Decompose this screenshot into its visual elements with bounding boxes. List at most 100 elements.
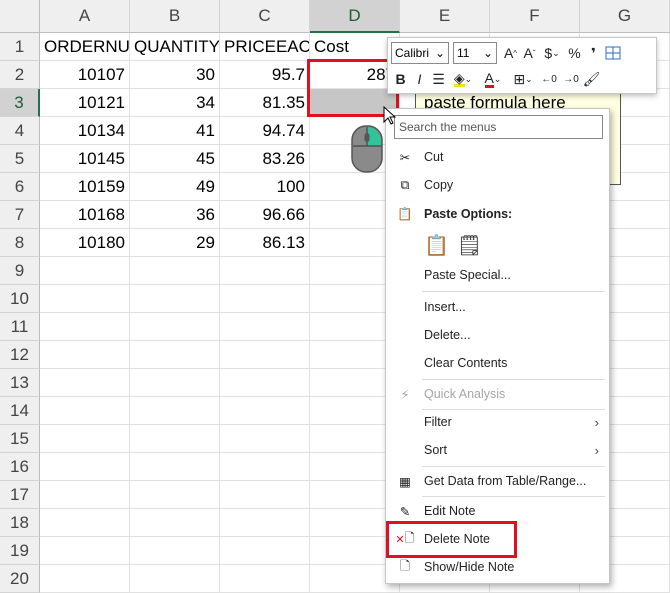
paste-values-icon[interactable]: 🗒	[457, 233, 482, 258]
cell-c2[interactable]: 95.7	[220, 61, 310, 89]
menu-item-sort[interactable]: Sort ›	[386, 436, 609, 464]
cell-c8[interactable]: 86.13	[220, 229, 310, 257]
select-all-corner[interactable]	[0, 0, 40, 33]
cell-a3[interactable]: 10121	[40, 89, 130, 117]
row-header-1[interactable]: 1	[0, 33, 40, 61]
menu-item-cut[interactable]: ✂ Cut	[386, 143, 609, 171]
decrease-decimal-icon[interactable]: →0	[560, 68, 582, 90]
mini-format-toolbar: Calibri ⌄ 11 ⌄ A ^ Aˇ $ ⌄ % ❜ B I ☰ ◈ ⌄ A ⌄ ⊞…	[387, 37, 657, 94]
menu-item-insert[interactable]: Insert...	[386, 293, 609, 321]
highlight-box-delete-note	[386, 521, 517, 558]
cell-b4[interactable]: 41	[130, 117, 220, 145]
menu-item-label: Insert...	[424, 300, 466, 314]
row-header-13[interactable]: 13	[0, 369, 40, 397]
fill-color-icon[interactable]: ◈ ⌄	[448, 68, 478, 90]
row-header-16[interactable]: 16	[0, 453, 40, 481]
column-header-a[interactable]: A	[40, 0, 130, 33]
bold-icon[interactable]: B	[391, 68, 410, 90]
row-header-12[interactable]: 12	[0, 341, 40, 369]
context-menu: Search the menus ✂ Cut ⧉ Copy 📋 Paste Op…	[385, 108, 610, 584]
cell-a4[interactable]: 10134	[40, 117, 130, 145]
menu-item-label: Show/Hide Note	[424, 560, 515, 574]
cell-a6[interactable]: 10159	[40, 173, 130, 201]
menu-item-label: Clear Contents	[424, 356, 508, 370]
cell-b2[interactable]: 30	[130, 61, 220, 89]
cell-b7[interactable]: 36	[130, 201, 220, 229]
font-size-dropdown[interactable]: 11 ⌄	[453, 42, 497, 64]
mouse-right-click-icon	[350, 124, 384, 179]
row-header-19[interactable]: 19	[0, 537, 40, 565]
column-header-f[interactable]: F	[490, 0, 580, 33]
row-header-18[interactable]: 18	[0, 509, 40, 537]
cell-b1[interactable]: QUANTITY	[130, 33, 220, 61]
clipboard-icon: 📋	[397, 206, 413, 221]
borders-icon[interactable]: ⊞ ⌄	[508, 68, 538, 90]
row-header-15[interactable]: 15	[0, 425, 40, 453]
cell-a2[interactable]: 10107	[40, 61, 130, 89]
cell-c4[interactable]: 94.74	[220, 117, 310, 145]
font-color-icon[interactable]: A ⌄	[478, 68, 508, 90]
align-center-icon[interactable]: ☰	[429, 68, 448, 90]
percent-style-icon[interactable]: %	[565, 42, 584, 64]
menu-item-clear-contents[interactable]: Clear Contents	[386, 349, 609, 377]
row-header-8[interactable]: 8	[0, 229, 40, 257]
menu-item-paste-options: 📋 Paste Options:	[386, 200, 609, 228]
row-header-17[interactable]: 17	[0, 481, 40, 509]
menu-item-label: Edit Note	[424, 504, 476, 518]
format-as-table-icon[interactable]	[603, 42, 622, 64]
font-size-value: 11	[457, 46, 470, 60]
row-header-6[interactable]: 6	[0, 173, 40, 201]
menu-item-paste-special[interactable]: Paste Special...	[386, 261, 609, 289]
paste-option-buttons: 📋 🗒	[386, 230, 609, 260]
cell-c6[interactable]: 100	[220, 173, 310, 201]
menu-search-input[interactable]: Search the menus	[394, 115, 603, 139]
comma-style-icon[interactable]: ❜	[584, 42, 603, 64]
chevron-right-icon: ›	[594, 442, 599, 458]
mouse-pointer-icon	[383, 105, 397, 131]
menu-item-label: Delete...	[424, 328, 471, 342]
row-header-14[interactable]: 14	[0, 397, 40, 425]
menu-item-delete[interactable]: Delete...	[386, 321, 609, 349]
menu-item-get-data[interactable]: ▦ Get Data from Table/Range...	[386, 467, 609, 495]
cell-c7[interactable]: 96.66	[220, 201, 310, 229]
paste-icon[interactable]: 📋	[424, 233, 449, 258]
row-header-9[interactable]: 9	[0, 257, 40, 285]
cell-c3[interactable]: 81.35	[220, 89, 310, 117]
column-header-b[interactable]: B	[130, 0, 220, 33]
cell-b6[interactable]: 49	[130, 173, 220, 201]
italic-icon[interactable]: I	[410, 68, 429, 90]
row-header-10[interactable]: 10	[0, 285, 40, 313]
cell-c5[interactable]: 83.26	[220, 145, 310, 173]
column-header-c[interactable]: C	[220, 0, 310, 33]
currency-format-icon[interactable]: $ ⌄	[539, 42, 565, 64]
column-header-e[interactable]: E	[400, 0, 490, 33]
increase-font-size-icon[interactable]: A ^	[501, 42, 520, 64]
row-header-11[interactable]: 11	[0, 313, 40, 341]
menu-item-quick-analysis[interactable]: ⚡ Quick Analysis	[386, 380, 609, 408]
cell-b5[interactable]: 45	[130, 145, 220, 173]
cell-a8[interactable]: 10180	[40, 229, 130, 257]
column-header-d[interactable]: D	[310, 0, 400, 33]
menu-item-copy[interactable]: ⧉ Copy	[386, 171, 609, 199]
cell-b3[interactable]: 34	[130, 89, 220, 117]
cell-b8[interactable]: 29	[130, 229, 220, 257]
font-name-dropdown[interactable]: Calibri ⌄	[391, 42, 449, 64]
format-painter-icon[interactable]: 🖌	[582, 68, 601, 90]
row-header-3[interactable]: 3	[0, 89, 40, 117]
cell-a7[interactable]: 10168	[40, 201, 130, 229]
increase-decimal-icon[interactable]: ←0	[538, 68, 560, 90]
menu-item-label: Paste Options:	[424, 207, 513, 221]
menu-item-label: Filter	[424, 415, 452, 429]
cell-c1[interactable]: PRICEEACH	[220, 33, 310, 61]
menu-item-filter[interactable]: Filter ›	[386, 408, 609, 436]
row-header-20[interactable]: 20	[0, 565, 40, 593]
row-header-4[interactable]: 4	[0, 117, 40, 145]
row-header-7[interactable]: 7	[0, 201, 40, 229]
column-header-g[interactable]: G	[580, 0, 670, 33]
cell-a1[interactable]: ORDERNUMBER	[40, 33, 130, 61]
row-header-2[interactable]: 2	[0, 61, 40, 89]
row-header-5[interactable]: 5	[0, 145, 40, 173]
decrease-font-size-icon[interactable]: Aˇ	[520, 42, 539, 64]
cell-a5[interactable]: 10145	[40, 145, 130, 173]
menu-item-label: Cut	[424, 150, 444, 164]
